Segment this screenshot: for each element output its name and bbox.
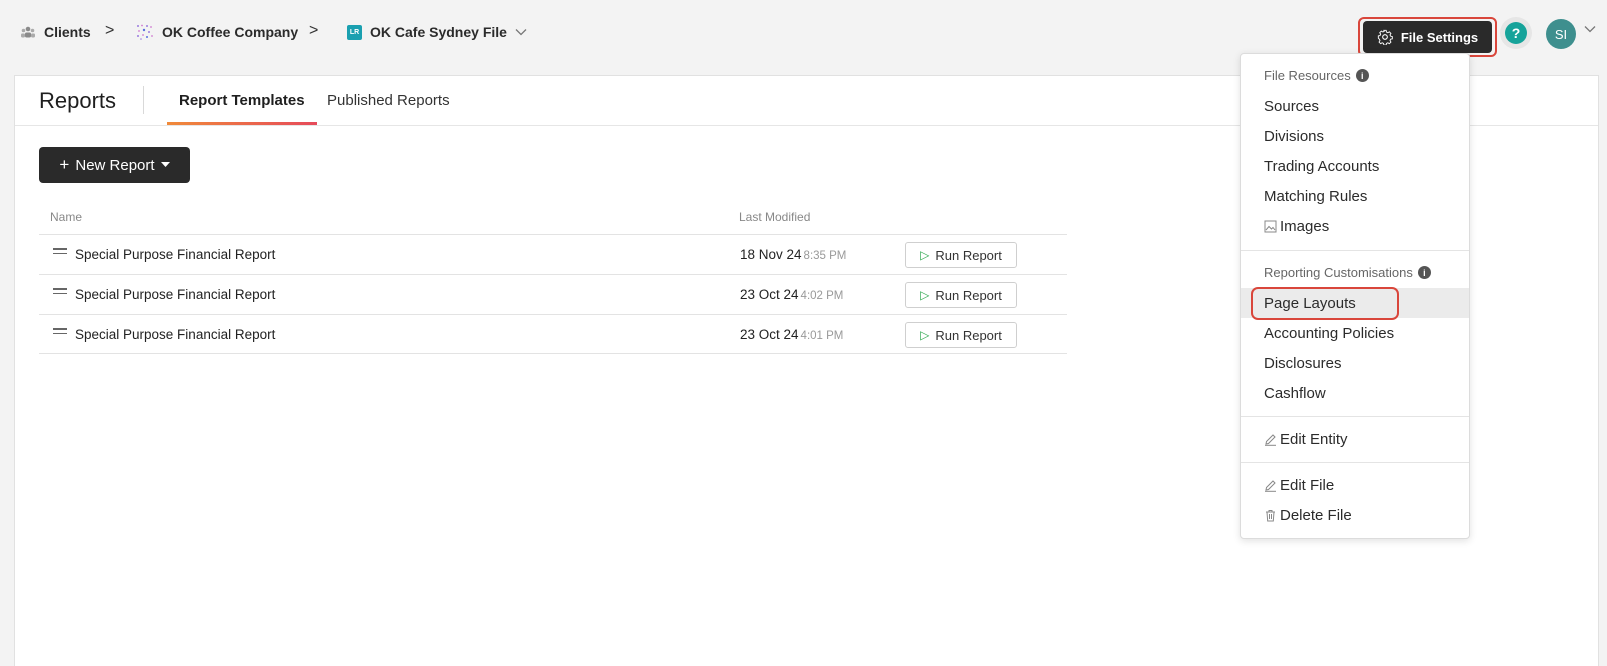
trash-icon — [1266, 510, 1275, 522]
menu-divider — [1241, 462, 1469, 463]
new-report-button[interactable]: + New Report — [39, 147, 190, 183]
play-icon: ▷ — [920, 288, 930, 302]
report-date: 23 Oct 24 4:02 PM — [740, 287, 843, 302]
drag-handle-icon[interactable] — [53, 248, 67, 258]
breadcrumb-separator: > — [309, 22, 319, 39]
file-badge-icon: LR — [347, 24, 362, 40]
tab-report-templates[interactable]: Report Templates — [179, 92, 305, 109]
play-icon: ▷ — [920, 328, 930, 342]
drag-handle-icon[interactable] — [53, 288, 67, 298]
file-settings-dropdown: File Resources i Sources Divisions Tradi… — [1240, 53, 1470, 539]
report-date-day: 23 Oct 24 — [740, 327, 799, 342]
menu-item-edit-file-label: Edit File — [1280, 477, 1335, 494]
menu-item-edit-file[interactable]: Edit File — [1264, 477, 1334, 494]
report-date: 18 Nov 24 8:35 PM — [740, 247, 846, 262]
menu-item-delete-file-label: Delete File — [1280, 507, 1352, 524]
breadcrumb-file-label: OK Cafe Sydney File — [370, 24, 507, 40]
run-report-label: Run Report — [935, 287, 1002, 303]
menu-divider — [1241, 250, 1469, 251]
menu-item-images-label: Images — [1280, 218, 1330, 235]
page-layouts-highlight — [1251, 287, 1399, 320]
menu-item-edit-entity[interactable]: Edit Entity — [1264, 431, 1348, 448]
drag-handle-icon[interactable] — [53, 328, 67, 338]
clients-icon — [21, 26, 35, 38]
title-divider — [143, 86, 144, 114]
plus-icon: + — [59, 155, 70, 174]
reporting-heading-label: Reporting Customisations — [1264, 265, 1413, 280]
breadcrumb-company[interactable]: OK Coffee Company — [136, 24, 298, 40]
menu-item-disclosures[interactable]: Disclosures — [1264, 355, 1342, 372]
info-icon[interactable]: i — [1355, 69, 1369, 82]
tab-published-reports[interactable]: Published Reports — [327, 92, 450, 109]
menu-item-sources[interactable]: Sources — [1264, 98, 1319, 115]
menu-item-delete-file[interactable]: Delete File — [1264, 507, 1352, 524]
avatar[interactable]: SI — [1546, 19, 1576, 49]
report-date-time: 8:35 PM — [803, 250, 847, 262]
menu-item-edit-entity-label: Edit Entity — [1280, 431, 1348, 448]
image-icon — [1264, 220, 1277, 233]
file-resources-heading-label: File Resources — [1264, 68, 1351, 83]
pencil-icon — [1265, 434, 1276, 446]
file-resources-heading: File Resources i — [1264, 68, 1369, 83]
table-row[interactable]: Special Purpose Financial Report 18 Nov … — [39, 234, 1067, 274]
report-name[interactable]: Special Purpose Financial Report — [75, 327, 275, 342]
breadcrumb-clients[interactable]: Clients — [20, 24, 91, 40]
run-report-label: Run Report — [935, 327, 1002, 343]
report-date: 23 Oct 24 4:01 PM — [740, 327, 843, 342]
reporting-customisations-heading: Reporting Customisations i — [1264, 265, 1431, 280]
page-title: Reports — [39, 88, 117, 113]
report-name[interactable]: Special Purpose Financial Report — [75, 247, 275, 262]
active-tab-indicator — [167, 122, 317, 125]
file-settings-label: File Settings — [1400, 29, 1479, 45]
caret-down-icon — [160, 162, 170, 167]
column-header-last-modified: Last Modified — [739, 210, 811, 224]
pencil-icon — [1265, 480, 1276, 492]
file-settings-button[interactable]: File Settings — [1363, 21, 1492, 53]
menu-item-divisions[interactable]: Divisions — [1264, 128, 1324, 145]
table-row[interactable]: Special Purpose Financial Report 23 Oct … — [39, 274, 1067, 314]
report-date-time: 4:02 PM — [800, 290, 844, 302]
gear-icon — [1377, 29, 1393, 45]
company-icon — [137, 24, 153, 40]
run-report-label: Run Report — [935, 247, 1002, 263]
report-date-day: 18 Nov 24 — [740, 247, 802, 262]
menu-item-images[interactable]: Images — [1264, 218, 1329, 235]
menu-item-trading-accounts[interactable]: Trading Accounts — [1264, 158, 1379, 175]
menu-item-accounting-policies[interactable]: Accounting Policies — [1264, 325, 1394, 342]
chevron-down-icon[interactable] — [1584, 25, 1596, 33]
run-report-button[interactable]: ▷ Run Report — [905, 242, 1017, 268]
new-report-label: New Report — [75, 156, 155, 174]
breadcrumb-separator: > — [105, 22, 115, 39]
column-header-name: Name — [50, 210, 83, 224]
play-icon: ▷ — [920, 248, 930, 262]
run-report-button[interactable]: ▷ Run Report — [905, 322, 1017, 348]
report-name[interactable]: Special Purpose Financial Report — [75, 287, 275, 302]
breadcrumb-clients-label: Clients — [44, 24, 91, 40]
run-report-button[interactable]: ▷ Run Report — [905, 282, 1017, 308]
info-icon[interactable]: i — [1417, 266, 1431, 279]
breadcrumb-file[interactable]: LR OK Cafe Sydney File — [347, 24, 527, 40]
report-date-time: 4:01 PM — [800, 330, 844, 342]
report-date-day: 23 Oct 24 — [740, 287, 799, 302]
table-row[interactable]: Special Purpose Financial Report 23 Oct … — [39, 314, 1067, 354]
breadcrumb-company-label: OK Coffee Company — [162, 24, 299, 40]
help-icon[interactable]: ? — [1505, 22, 1527, 44]
menu-divider — [1241, 416, 1469, 417]
chevron-down-icon — [515, 29, 527, 36]
menu-item-cashflow[interactable]: Cashflow — [1264, 385, 1326, 402]
menu-item-matching-rules[interactable]: Matching Rules — [1264, 188, 1367, 205]
